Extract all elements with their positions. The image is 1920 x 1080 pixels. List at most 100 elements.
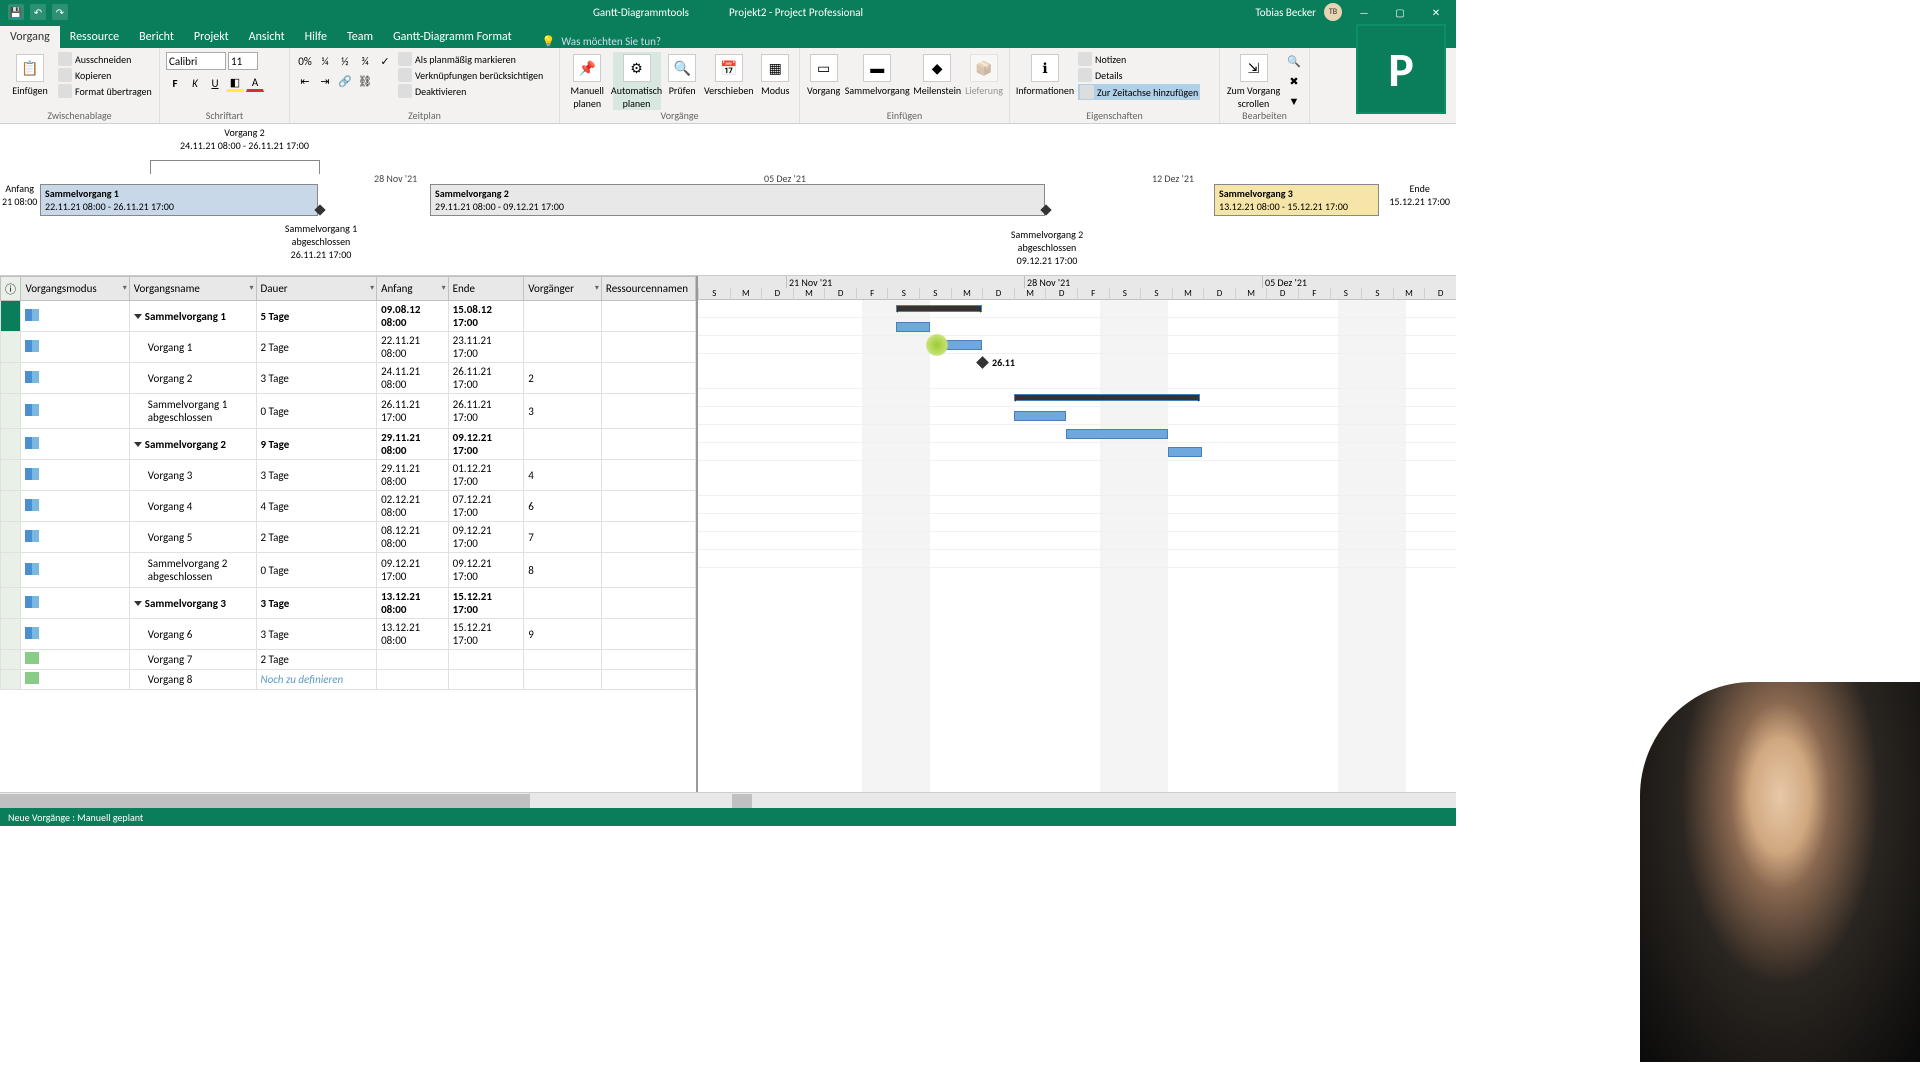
pred-cell[interactable]	[524, 650, 602, 670]
redo-icon[interactable]: ↷	[52, 4, 68, 20]
tab-ansicht[interactable]: Ansicht	[239, 26, 295, 48]
gantt-task-bar[interactable]	[896, 322, 930, 332]
row-info-cell[interactable]	[1, 460, 21, 491]
horizontal-scrollbar[interactable]	[0, 792, 1456, 808]
end-cell[interactable]: 26.11.21 17:00	[448, 363, 524, 394]
name-cell[interactable]: Sammelvorgang 2 abgeschlossen	[129, 553, 256, 588]
gantt-task-bar[interactable]	[1168, 447, 1202, 457]
row-info-cell[interactable]	[1, 522, 21, 553]
mode-cell[interactable]	[21, 619, 129, 650]
duration-cell[interactable]: 2 Tage	[256, 650, 377, 670]
gantt-milestone[interactable]	[976, 356, 989, 369]
mode-cell[interactable]	[21, 491, 129, 522]
resource-cell[interactable]	[601, 588, 695, 619]
font-color-button[interactable]: A	[246, 74, 264, 92]
mode-cell[interactable]	[21, 650, 129, 670]
end-cell[interactable]: 15.12.21 17:00	[448, 619, 524, 650]
mode-button[interactable]: ▦Modus	[758, 52, 793, 97]
start-cell[interactable]: 13.12.21 08:00	[377, 619, 449, 650]
start-cell[interactable]: 09.12.21 17:00	[377, 553, 449, 588]
task-grid[interactable]: ⓘ Vorgangsmodus▾ Vorgangsname▾ Dauer▾ An…	[0, 276, 698, 792]
duration-cell[interactable]: 9 Tage	[256, 429, 377, 460]
name-cell[interactable]: Vorgang 3	[129, 460, 256, 491]
mark-on-track-button[interactable]: Als planmäßig markieren	[398, 52, 543, 66]
resource-cell[interactable]	[601, 429, 695, 460]
undo-icon[interactable]: ↶	[30, 4, 46, 20]
mode-cell[interactable]	[21, 522, 129, 553]
row-info-cell[interactable]	[1, 650, 21, 670]
col-info[interactable]: ⓘ	[1, 277, 21, 301]
format-painter-button[interactable]: Format übertragen	[58, 84, 152, 98]
end-cell[interactable]: 15.08.12 17:00	[448, 301, 524, 332]
insert-summary-button[interactable]: ▬Sammelvorgang	[845, 52, 909, 97]
mode-cell[interactable]	[21, 588, 129, 619]
progress-75-button[interactable]: ¾	[356, 52, 374, 70]
row-info-cell[interactable]	[1, 553, 21, 588]
mode-cell[interactable]	[21, 394, 129, 429]
move-button[interactable]: 📅Verschieben	[704, 52, 754, 97]
gantt-chart[interactable]: 14 Nov '2121 Nov '2128 Nov '2105 Dez '21…	[698, 276, 1456, 792]
resource-cell[interactable]	[601, 650, 695, 670]
start-cell[interactable]: 24.11.21 08:00	[377, 363, 449, 394]
copy-button[interactable]: Kopieren	[58, 68, 152, 82]
duration-cell[interactable]: 5 Tage	[256, 301, 377, 332]
tab-ressource[interactable]: Ressource	[60, 26, 129, 48]
collapse-icon[interactable]	[134, 442, 142, 447]
paste-button[interactable]: 📋 Einfügen	[6, 52, 54, 97]
name-cell[interactable]: Sammelvorgang 1	[129, 301, 256, 332]
col-pred[interactable]: Vorgänger▾	[524, 277, 602, 301]
auto-schedule-button[interactable]: ⚙Automatisch planen	[613, 52, 661, 110]
insert-milestone-button[interactable]: ◆Meilenstein	[913, 52, 961, 97]
insert-task-button[interactable]: ▭Vorgang	[806, 52, 841, 97]
duration-cell[interactable]: 2 Tage	[256, 522, 377, 553]
timeline-summary-1[interactable]: Sammelvorgang 1 22.11.21 08:00 - 26.11.2…	[40, 184, 318, 216]
col-start[interactable]: Anfang▾	[377, 277, 449, 301]
mode-cell[interactable]	[21, 332, 129, 363]
start-cell[interactable]: 09.08.12 08:00	[377, 301, 449, 332]
manual-schedule-button[interactable]: 📌Manuell planen	[566, 52, 609, 110]
progress-25-button[interactable]: ¼	[316, 52, 334, 70]
close-button[interactable]: ✕	[1422, 2, 1450, 22]
end-cell[interactable]	[448, 650, 524, 670]
duration-cell[interactable]: 3 Tage	[256, 619, 377, 650]
fill-button[interactable]: ▼	[1285, 92, 1303, 110]
fill-color-button[interactable]: ◧	[226, 74, 244, 92]
save-icon[interactable]: 💾	[8, 4, 24, 20]
font-size-input[interactable]	[228, 52, 258, 70]
duration-cell[interactable]: 4 Tage	[256, 491, 377, 522]
duration-cell[interactable]: 3 Tage	[256, 363, 377, 394]
end-cell[interactable]: 09.12.21 17:00	[448, 522, 524, 553]
resource-cell[interactable]	[601, 394, 695, 429]
mode-cell[interactable]	[21, 460, 129, 491]
name-cell[interactable]: Sammelvorgang 3	[129, 588, 256, 619]
start-cell[interactable]	[377, 650, 449, 670]
timeline-summary-2[interactable]: Sammelvorgang 2 29.11.21 08:00 - 09.12.2…	[430, 184, 1045, 216]
duration-cell[interactable]: Noch zu definieren	[256, 670, 377, 690]
row-info-cell[interactable]	[1, 394, 21, 429]
tab-hilfe[interactable]: Hilfe	[295, 26, 337, 48]
name-cell[interactable]: Sammelvorgang 2	[129, 429, 256, 460]
end-cell[interactable]: 26.11.21 17:00	[448, 394, 524, 429]
inspect-button[interactable]: 🔍Prüfen	[665, 52, 700, 97]
name-cell[interactable]: Vorgang 2	[129, 363, 256, 394]
row-info-cell[interactable]	[1, 619, 21, 650]
start-cell[interactable]: 13.12.21 08:00	[377, 588, 449, 619]
duration-cell[interactable]: 0 Tage	[256, 394, 377, 429]
start-cell[interactable]	[377, 670, 449, 690]
bold-button[interactable]: F	[166, 74, 184, 92]
pred-cell[interactable]: 9	[524, 619, 602, 650]
name-cell[interactable]: Vorgang 8	[129, 670, 256, 690]
deactivate-button[interactable]: Deaktivieren	[398, 84, 543, 98]
tab-gantt-format[interactable]: Gantt-Diagramm Format	[383, 26, 522, 48]
pred-cell[interactable]	[524, 301, 602, 332]
resource-cell[interactable]	[601, 522, 695, 553]
details-button[interactable]: Details	[1078, 68, 1200, 82]
start-cell[interactable]: 22.11.21 08:00	[377, 332, 449, 363]
col-name[interactable]: Vorgangsname▾	[129, 277, 256, 301]
mode-cell[interactable]	[21, 301, 129, 332]
resource-cell[interactable]	[601, 619, 695, 650]
tab-bericht[interactable]: Bericht	[129, 26, 184, 48]
avatar[interactable]: TB	[1324, 3, 1342, 21]
pred-cell[interactable]	[524, 429, 602, 460]
unlink-button[interactable]: ⛓	[356, 72, 374, 90]
